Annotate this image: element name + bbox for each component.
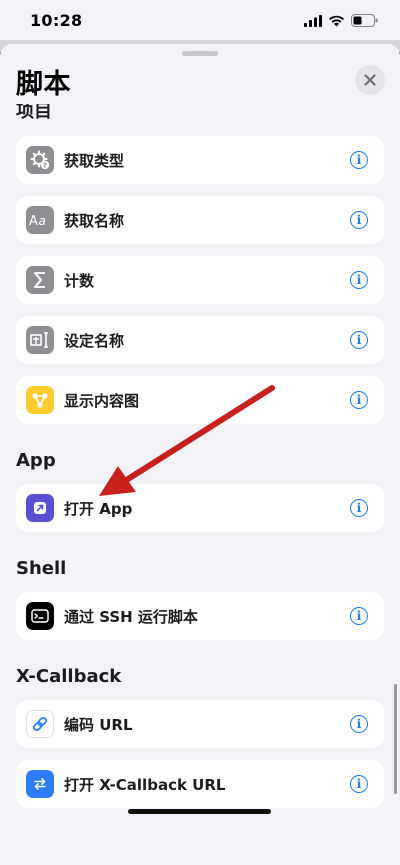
action-label: 打开 App — [64, 499, 133, 518]
wifi-icon — [329, 15, 344, 26]
action-encode-url[interactable]: 编码 URL i — [16, 700, 384, 748]
section-header-x-callback: X-Callback — [16, 666, 122, 687]
action-label: 获取类型 — [64, 151, 125, 170]
sheet-title: 脚本 — [16, 69, 71, 100]
info-icon[interactable]: i — [350, 607, 368, 625]
graph-icon — [26, 386, 54, 414]
gear-question-icon: ? — [26, 146, 54, 174]
action-open-x-callback-url[interactable]: 打开 X-Callback URL i — [16, 760, 384, 808]
section-header-shell: Shell — [16, 558, 67, 579]
home-indicator[interactable] — [128, 809, 271, 814]
sigma-icon — [26, 266, 54, 294]
info-icon[interactable]: i — [350, 715, 368, 733]
status-icons — [304, 14, 378, 27]
terminal-icon — [26, 602, 54, 630]
sheet-grabber[interactable] — [182, 51, 218, 56]
swap-arrows-icon — [26, 770, 54, 798]
info-icon[interactable]: i — [350, 151, 368, 169]
action-label: 打开 X-Callback URL — [64, 775, 226, 794]
action-show-content-graph[interactable]: 显示内容图 i — [16, 376, 384, 424]
action-get-name[interactable]: A a 获取名称 i — [16, 196, 384, 244]
action-count[interactable]: 计数 i — [16, 256, 384, 304]
text-aa-icon: A a — [26, 206, 54, 234]
info-icon[interactable]: i — [350, 775, 368, 793]
info-icon[interactable]: i — [350, 211, 368, 229]
section-header-app: App — [16, 450, 56, 471]
action-label: 计数 — [64, 271, 95, 290]
action-label: 获取名称 — [64, 211, 125, 230]
action-label: 设定名称 — [64, 331, 125, 350]
action-run-ssh-script[interactable]: 通过 SSH 运行脚本 i — [16, 592, 384, 640]
svg-text:?: ? — [43, 162, 47, 170]
info-icon[interactable]: i — [350, 331, 368, 349]
cellular-signal-icon — [304, 14, 322, 27]
info-icon[interactable]: i — [350, 391, 368, 409]
action-get-type[interactable]: ? 获取类型 i — [16, 136, 384, 184]
action-set-name[interactable]: 设定名称 i — [16, 316, 384, 364]
link-icon — [26, 710, 54, 738]
battery-icon — [351, 14, 378, 27]
action-label: 显示内容图 — [64, 391, 140, 410]
action-open-app[interactable]: 打开 App i — [16, 484, 384, 532]
scroll-indicator[interactable] — [394, 684, 397, 794]
action-label: 通过 SSH 运行脚本 — [64, 607, 198, 626]
close-button[interactable] — [355, 65, 385, 95]
info-icon[interactable]: i — [350, 499, 368, 517]
svg-text:A: A — [29, 214, 38, 228]
close-icon — [364, 74, 376, 86]
text-cursor-icon — [26, 326, 54, 354]
status-time: 10:28 — [30, 11, 83, 30]
scripting-sheet: 脚本 项目 ? 获取类型 i A a 获取名称 i 计数 i 设定名称 i 显示… — [0, 44, 400, 865]
open-app-icon — [26, 494, 54, 522]
section-header-items: 项目 — [16, 104, 52, 120]
action-label: 编码 URL — [64, 715, 133, 734]
svg-text:a: a — [39, 214, 46, 228]
info-icon[interactable]: i — [350, 271, 368, 289]
